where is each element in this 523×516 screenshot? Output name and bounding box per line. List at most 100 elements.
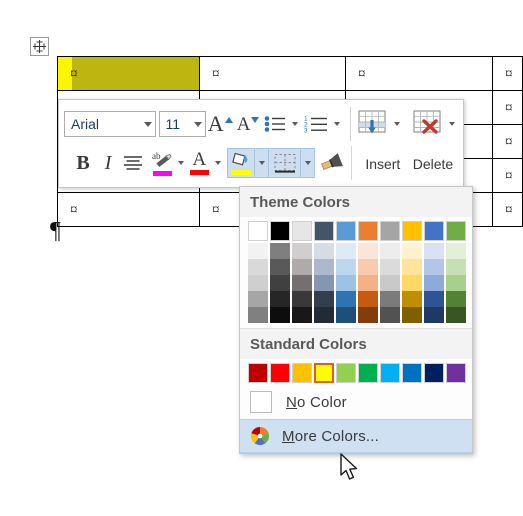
theme-color-swatch[interactable] [292, 221, 312, 241]
shading-dropdown[interactable] [255, 148, 270, 178]
delete-table-button[interactable] [411, 109, 445, 139]
chevron-down-icon[interactable] [177, 161, 184, 165]
chevron-down-icon[interactable] [448, 122, 455, 126]
theme-color-swatch[interactable] [358, 221, 378, 241]
insert-label-group[interactable]: Insert [358, 155, 408, 172]
theme-variant-swatch[interactable] [248, 243, 268, 259]
text-highlight-dropdown[interactable] [174, 148, 187, 178]
table-cell[interactable]: ¤ [57, 192, 200, 227]
theme-variant-swatch[interactable] [248, 275, 268, 291]
theme-variant-swatch[interactable] [270, 243, 290, 259]
theme-variant-swatch[interactable] [402, 291, 422, 307]
numbering-button[interactable]: 1 2 3 [302, 109, 330, 139]
standard-color-swatch[interactable] [248, 363, 268, 383]
table-move-handle[interactable] [30, 37, 49, 56]
theme-variant-swatch[interactable] [336, 307, 356, 323]
borders-button[interactable] [269, 148, 301, 178]
theme-variant-swatch[interactable] [248, 291, 268, 307]
no-color-item[interactable]: No Color [240, 385, 472, 419]
standard-color-swatch[interactable] [336, 363, 356, 383]
table-cell[interactable]: ¤ [199, 56, 346, 91]
theme-variant-swatch[interactable] [270, 291, 290, 307]
theme-variant-swatch[interactable] [358, 243, 378, 259]
theme-variant-swatch[interactable] [292, 275, 312, 291]
theme-variant-swatch[interactable] [402, 307, 422, 323]
bold-button[interactable]: B [70, 148, 96, 178]
theme-variant-swatch[interactable] [270, 259, 290, 275]
standard-color-swatch[interactable] [380, 363, 400, 383]
bullets-button[interactable] [262, 109, 288, 139]
theme-color-swatch[interactable] [248, 221, 268, 241]
theme-color-swatch[interactable] [314, 221, 334, 241]
theme-variant-swatch[interactable] [380, 307, 400, 323]
chevron-down-icon[interactable] [393, 122, 400, 126]
theme-variant-swatch[interactable] [314, 243, 334, 259]
theme-variant-swatch[interactable] [314, 275, 334, 291]
table-cell[interactable]: ¤ [492, 90, 523, 125]
theme-variant-swatch[interactable] [424, 275, 444, 291]
theme-color-swatch[interactable] [380, 221, 400, 241]
grow-font-button[interactable]: A [206, 109, 234, 139]
table-cell[interactable]: ¤ [345, 56, 493, 91]
theme-variant-swatch[interactable] [248, 307, 268, 323]
theme-variant-swatch[interactable] [446, 291, 466, 307]
delete-table-dropdown[interactable] [445, 109, 458, 139]
theme-variant-swatch[interactable] [358, 307, 378, 323]
theme-variant-swatch[interactable] [446, 307, 466, 323]
theme-variant-swatch[interactable] [292, 259, 312, 275]
theme-variant-swatch[interactable] [358, 291, 378, 307]
theme-variant-swatch[interactable] [336, 291, 356, 307]
theme-variant-swatch[interactable] [424, 291, 444, 307]
theme-color-swatch[interactable] [402, 221, 422, 241]
theme-variant-swatch[interactable] [292, 307, 312, 323]
font-size-combobox[interactable]: 11 [158, 111, 207, 137]
font-color-button[interactable]: A [187, 148, 211, 178]
theme-variant-swatch[interactable] [424, 243, 444, 259]
font-name-combobox[interactable]: Arial [64, 111, 156, 137]
font-color-dropdown[interactable] [211, 148, 224, 178]
theme-variant-swatch[interactable] [248, 259, 268, 275]
theme-variant-swatch[interactable] [336, 275, 356, 291]
table-cell[interactable]: ¤ [492, 124, 523, 159]
theme-color-swatch[interactable] [446, 221, 466, 241]
theme-variant-swatch[interactable] [424, 259, 444, 275]
chevron-down-icon[interactable] [258, 161, 265, 165]
insert-table-button[interactable] [357, 109, 391, 139]
chevron-down-icon[interactable] [214, 161, 221, 165]
shrink-font-button[interactable]: A [234, 109, 262, 139]
chevron-down-icon[interactable] [143, 121, 152, 127]
standard-color-swatch[interactable] [402, 363, 422, 383]
format-painter-button[interactable] [318, 148, 346, 178]
theme-color-swatch[interactable] [424, 221, 444, 241]
theme-variant-swatch[interactable] [314, 259, 334, 275]
theme-variant-swatch[interactable] [314, 291, 334, 307]
theme-variant-swatch[interactable] [380, 243, 400, 259]
standard-color-swatch[interactable] [270, 363, 290, 383]
theme-variant-swatch[interactable] [358, 259, 378, 275]
theme-variant-swatch[interactable] [402, 243, 422, 259]
standard-color-swatch[interactable] [424, 363, 444, 383]
standard-color-swatch[interactable] [446, 363, 466, 383]
table-row[interactable]: ¤ ¤ ¤ ¤ [57, 56, 523, 91]
theme-variant-swatch[interactable] [336, 243, 356, 259]
more-colors-item[interactable]: More Colors... [240, 419, 472, 453]
chevron-down-icon[interactable] [291, 122, 298, 126]
theme-color-swatch[interactable] [336, 221, 356, 241]
numbering-dropdown[interactable] [330, 109, 344, 139]
align-button[interactable] [120, 148, 146, 178]
theme-variant-swatch[interactable] [336, 259, 356, 275]
theme-variant-swatch[interactable] [292, 291, 312, 307]
theme-variant-swatch[interactable] [402, 275, 422, 291]
theme-variant-swatch[interactable] [380, 259, 400, 275]
text-highlight-button[interactable]: ab [150, 148, 174, 178]
table-cell[interactable]: ¤ [492, 158, 523, 193]
bullets-dropdown[interactable] [288, 109, 302, 139]
theme-variant-swatch[interactable] [270, 275, 290, 291]
table-cell[interactable]: ¤ [492, 192, 523, 227]
standard-color-swatch[interactable] [358, 363, 378, 383]
theme-variant-swatch[interactable] [314, 307, 334, 323]
shading-button[interactable] [227, 148, 256, 178]
insert-table-dropdown[interactable] [390, 109, 403, 139]
italic-button[interactable]: I [96, 148, 120, 178]
chevron-down-icon[interactable] [333, 122, 340, 126]
